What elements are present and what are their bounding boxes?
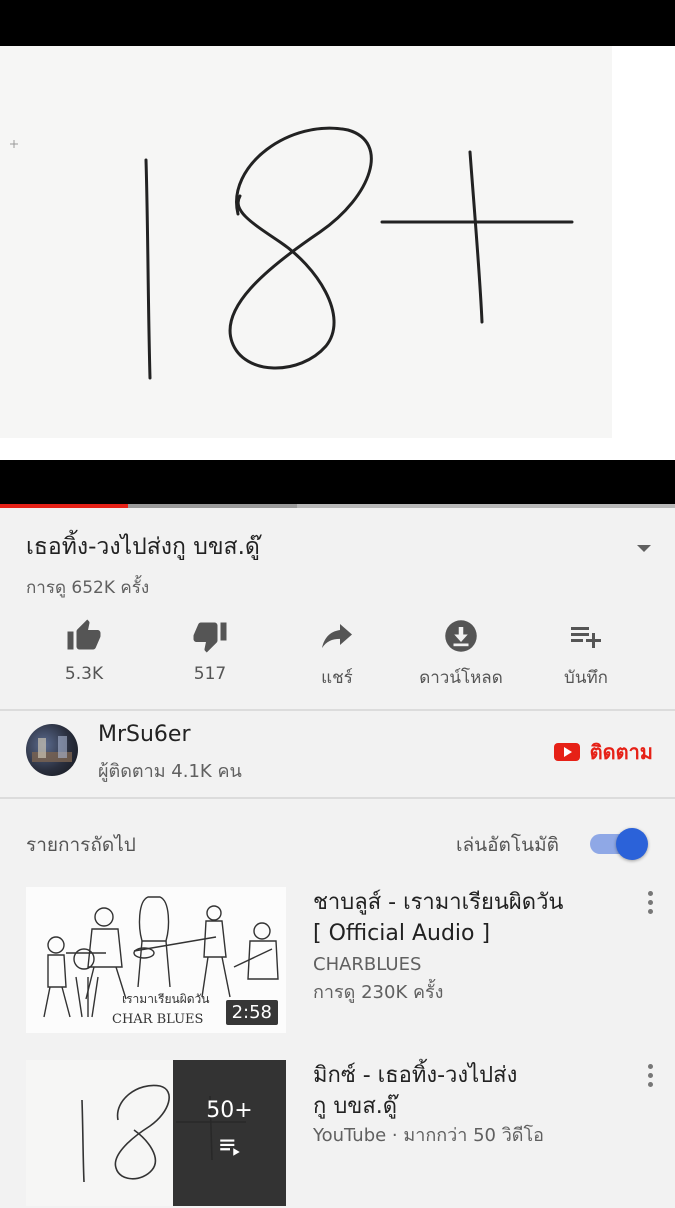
item-views: การดู 230K ครั้ง bbox=[313, 982, 444, 1003]
more-options-icon[interactable] bbox=[640, 887, 660, 921]
autoplay-toggle[interactable] bbox=[590, 828, 650, 860]
download-label: ดาวน์โหลด bbox=[419, 668, 503, 688]
download-button[interactable]: ดาวน์โหลด bbox=[396, 614, 526, 691]
status-bar bbox=[0, 0, 675, 46]
video-thumbnail[interactable]: เรามาเรียนผิดวัน CHAR BLUES 2:58 bbox=[26, 887, 286, 1033]
divider bbox=[0, 797, 675, 799]
playlist-count: 50+ bbox=[206, 1098, 253, 1123]
list-item[interactable]: 50+ มิกซ์ - เธอทิ้ง-วงไปส่ง กู บขส.ดู๊ Y… bbox=[0, 1060, 675, 1208]
playlist-add-icon bbox=[571, 627, 601, 648]
avatar[interactable] bbox=[26, 724, 78, 776]
item-title-line2: กู บขส.ดู๊ bbox=[313, 1094, 398, 1119]
video-player[interactable] bbox=[0, 46, 675, 460]
progress-bar[interactable] bbox=[0, 504, 675, 508]
item-title-line1: ชาบลูส์ - เรามาเรียนผิดวัน bbox=[313, 890, 564, 915]
download-icon bbox=[445, 620, 477, 652]
item-title-line2: [ Official Audio ] bbox=[313, 921, 491, 946]
share-icon bbox=[322, 624, 352, 648]
expand-icon[interactable] bbox=[632, 536, 656, 560]
subscriber-count: ผู้ติดตาม 4.1K คน bbox=[98, 761, 242, 782]
handwritten-18-plus-drawing bbox=[10, 126, 574, 380]
save-label: บันทึก bbox=[564, 668, 608, 688]
like-button[interactable]: 5.3K bbox=[19, 614, 149, 684]
channel-row[interactable]: MrSu6er ผู้ติดตาม 4.1K คน ติดตาม bbox=[0, 712, 675, 798]
share-button[interactable]: แชร์ bbox=[272, 614, 402, 691]
video-title-row[interactable]: เธอทิ้ง-วงไปส่งกู บขส.ดู๊ bbox=[26, 530, 656, 566]
autoplay-label: เล่นอัตโนมัติ bbox=[456, 834, 559, 856]
more-options-icon[interactable] bbox=[640, 1060, 660, 1094]
dislike-button[interactable]: 517 bbox=[145, 614, 275, 684]
thumb-caption-thai: เรามาเรียนผิดวัน bbox=[122, 992, 209, 1006]
subscribe-button[interactable]: ติดตาม bbox=[553, 736, 653, 768]
share-label: แชร์ bbox=[321, 668, 353, 688]
dislike-count: 517 bbox=[193, 664, 227, 684]
toggle-knob bbox=[616, 828, 648, 860]
view-count: การดู 652K ครั้ง bbox=[26, 578, 150, 598]
save-button[interactable]: บันทึก bbox=[521, 614, 651, 691]
up-next-label: รายการถัดไป bbox=[26, 834, 136, 856]
video-title: เธอทิ้ง-วงไปส่งกู บขส.ดู๊ bbox=[26, 534, 260, 560]
item-channel: CHARBLUES bbox=[313, 954, 422, 975]
action-bar: 5.3K 517 แชร์ ดาวน์โหลด บันทึก bbox=[0, 614, 675, 694]
played-bar bbox=[0, 504, 129, 508]
thumb-up-icon bbox=[67, 619, 101, 650]
channel-name[interactable]: MrSu6er bbox=[98, 722, 191, 747]
divider bbox=[0, 709, 675, 711]
thumb-down-icon bbox=[193, 622, 227, 653]
item-title: ชาบลูส์ - เรามาเรียนผิดวัน [ Official Au… bbox=[313, 887, 613, 949]
item-title-line1: มิกซ์ - เธอทิ้ง-วงไปส่ง bbox=[313, 1063, 518, 1088]
player-controls-bar[interactable] bbox=[0, 460, 675, 504]
list-item[interactable]: เรามาเรียนผิดวัน CHAR BLUES 2:58 ชาบลูส์… bbox=[0, 887, 675, 1035]
item-meta: YouTube · มากกว่า 50 วิดีโอ bbox=[313, 1125, 544, 1146]
duration-badge: 2:58 bbox=[225, 1000, 278, 1025]
playlist-play-icon bbox=[219, 1139, 240, 1156]
like-count: 5.3K bbox=[64, 664, 104, 684]
subscribe-label: ติดตาม bbox=[589, 740, 653, 764]
playlist-thumbnail[interactable]: 50+ bbox=[26, 1060, 286, 1206]
thumb-caption-band: CHAR BLUES bbox=[112, 1012, 203, 1027]
youtube-logo-icon bbox=[553, 743, 580, 761]
playlist-overlay: 50+ bbox=[173, 1060, 286, 1206]
item-title: มิกซ์ - เธอทิ้ง-วงไปส่ง กู บขส.ดู๊ bbox=[313, 1060, 613, 1122]
